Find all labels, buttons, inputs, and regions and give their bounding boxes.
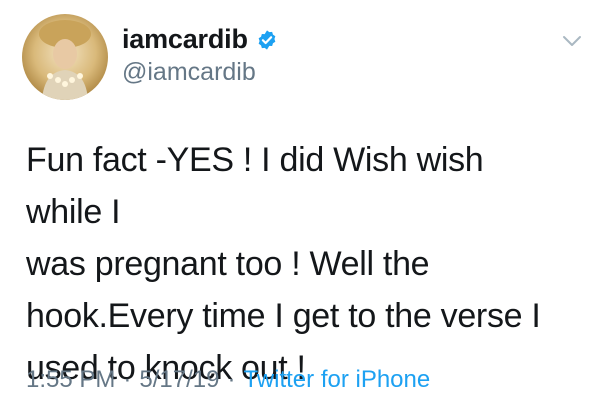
verified-badge-icon: [258, 29, 276, 50]
author-name-row: iamcardib: [122, 24, 278, 55]
tweet-card: iamcardib @iamcardib Fun fact -YES ! I d…: [0, 0, 595, 419]
tweet-text: Fun fact -YES ! I did Wish wish while I …: [26, 141, 541, 387]
avatar-image: [22, 14, 108, 100]
author-display-name[interactable]: iamcardib: [122, 24, 248, 55]
tweet-meta: 1:55 PM · 5/17/19 · Twitter for iPhone: [26, 366, 430, 394]
meta-separator: ·: [123, 366, 132, 393]
avatar[interactable]: [22, 14, 108, 100]
tweet-date[interactable]: 5/17/19: [139, 366, 219, 394]
author-handle[interactable]: @iamcardib: [122, 58, 256, 87]
tweet-source-link[interactable]: Twitter for iPhone: [243, 366, 430, 394]
tweet-time[interactable]: 1:55 PM: [26, 366, 115, 394]
meta-separator: ·: [227, 366, 236, 393]
chevron-down-icon[interactable]: [562, 34, 582, 48]
